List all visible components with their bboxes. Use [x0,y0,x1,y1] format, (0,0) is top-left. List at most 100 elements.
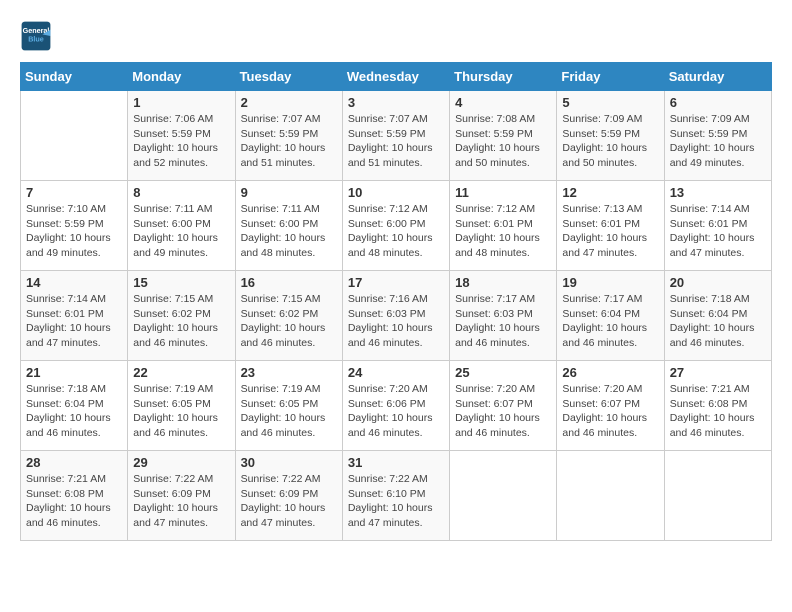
weekday-header-sunday: Sunday [21,63,128,91]
day-info: Sunrise: 7:15 AM Sunset: 6:02 PM Dayligh… [241,292,337,351]
calendar-cell: 14 Sunrise: 7:14 AM Sunset: 6:01 PM Dayli… [21,271,128,361]
calendar-cell [450,451,557,541]
day-info: Sunrise: 7:20 AM Sunset: 6:07 PM Dayligh… [455,382,551,441]
day-number: 15 [133,275,229,290]
calendar-cell: 17 Sunrise: 7:16 AM Sunset: 6:03 PM Dayli… [342,271,449,361]
day-number: 29 [133,455,229,470]
calendar-cell: 24Sunrise: 7:20 AM Sunset: 6:06 PM Dayli… [342,361,449,451]
calendar-cell [664,451,771,541]
weekday-header-friday: Friday [557,63,664,91]
day-info: Sunrise: 7:19 AM Sunset: 6:05 PM Dayligh… [241,382,337,441]
calendar-cell: 21 Sunrise: 7:18 AM Sunset: 6:04 PM Dayli… [21,361,128,451]
day-info: Sunrise: 7:21 AM Sunset: 6:08 PM Dayligh… [26,472,122,531]
day-number: 28 [26,455,122,470]
day-number: 12 [562,185,658,200]
calendar-cell: 7 Sunrise: 7:10 AM Sunset: 5:59 PM Daylig… [21,181,128,271]
day-info: Sunrise: 7:07 AM Sunset: 5:59 PM Dayligh… [241,112,337,171]
day-number: 22 [133,365,229,380]
day-number: 3 [348,95,444,110]
day-number: 25 [455,365,551,380]
day-info: Sunrise: 7:10 AM Sunset: 5:59 PM Dayligh… [26,202,122,261]
day-info: Sunrise: 7:13 AM Sunset: 6:01 PM Dayligh… [562,202,658,261]
day-number: 16 [241,275,337,290]
day-info: Sunrise: 7:17 AM Sunset: 6:03 PM Dayligh… [455,292,551,351]
day-number: 8 [133,185,229,200]
calendar-cell: 29 Sunrise: 7:22 AM Sunset: 6:09 PM Dayli… [128,451,235,541]
calendar-table: SundayMondayTuesdayWednesdayThursdayFrid… [20,62,772,541]
weekday-header-monday: Monday [128,63,235,91]
logo-icon: General Blue [20,20,52,52]
day-number: 21 [26,365,122,380]
day-info: Sunrise: 7:07 AM Sunset: 5:59 PM Dayligh… [348,112,444,171]
calendar-cell: 28 Sunrise: 7:21 AM Sunset: 6:08 PM Dayli… [21,451,128,541]
day-info: Sunrise: 7:22 AM Sunset: 6:09 PM Dayligh… [241,472,337,531]
calendar-cell: 12 Sunrise: 7:13 AM Sunset: 6:01 PM Dayli… [557,181,664,271]
calendar-cell: 22 Sunrise: 7:19 AM Sunset: 6:05 PM Dayli… [128,361,235,451]
day-info: Sunrise: 7:14 AM Sunset: 6:01 PM Dayligh… [26,292,122,351]
day-info: Sunrise: 7:20 AM Sunset: 6:07 PM Dayligh… [562,382,658,441]
day-number: 14 [26,275,122,290]
calendar-cell: 27 Sunrise: 7:21 AM Sunset: 6:08 PM Dayli… [664,361,771,451]
calendar-cell: 3 Sunrise: 7:07 AM Sunset: 5:59 PM Daylig… [342,91,449,181]
calendar-cell: 19 Sunrise: 7:17 AM Sunset: 6:04 PM Dayli… [557,271,664,361]
day-number: 27 [670,365,766,380]
day-info: Sunrise: 7:21 AM Sunset: 6:08 PM Dayligh… [670,382,766,441]
calendar-cell: 9 Sunrise: 7:11 AM Sunset: 6:00 PM Daylig… [235,181,342,271]
calendar-cell: 4Sunrise: 7:08 AM Sunset: 5:59 PM Daylig… [450,91,557,181]
day-number: 6 [670,95,766,110]
day-number: 23 [241,365,337,380]
day-number: 19 [562,275,658,290]
day-number: 30 [241,455,337,470]
day-number: 18 [455,275,551,290]
day-number: 2 [241,95,337,110]
day-info: Sunrise: 7:11 AM Sunset: 6:00 PM Dayligh… [133,202,229,261]
day-info: Sunrise: 7:18 AM Sunset: 6:04 PM Dayligh… [26,382,122,441]
day-info: Sunrise: 7:11 AM Sunset: 6:00 PM Dayligh… [241,202,337,261]
day-info: Sunrise: 7:17 AM Sunset: 6:04 PM Dayligh… [562,292,658,351]
calendar-cell: 15 Sunrise: 7:15 AM Sunset: 6:02 PM Dayli… [128,271,235,361]
day-info: Sunrise: 7:09 AM Sunset: 5:59 PM Dayligh… [562,112,658,171]
day-info: Sunrise: 7:12 AM Sunset: 6:00 PM Dayligh… [348,202,444,261]
calendar-cell: 30 Sunrise: 7:22 AM Sunset: 6:09 PM Dayli… [235,451,342,541]
day-number: 17 [348,275,444,290]
weekday-header-wednesday: Wednesday [342,63,449,91]
calendar-cell: 13Sunrise: 7:14 AM Sunset: 6:01 PM Dayli… [664,181,771,271]
calendar-cell: 10Sunrise: 7:12 AM Sunset: 6:00 PM Dayli… [342,181,449,271]
day-number: 20 [670,275,766,290]
day-info: Sunrise: 7:14 AM Sunset: 6:01 PM Dayligh… [670,202,766,261]
day-info: Sunrise: 7:06 AM Sunset: 5:59 PM Dayligh… [133,112,229,171]
calendar-cell: 31Sunrise: 7:22 AM Sunset: 6:10 PM Dayli… [342,451,449,541]
day-number: 7 [26,185,122,200]
calendar-cell: 23 Sunrise: 7:19 AM Sunset: 6:05 PM Dayli… [235,361,342,451]
day-info: Sunrise: 7:16 AM Sunset: 6:03 PM Dayligh… [348,292,444,351]
calendar-cell: 16 Sunrise: 7:15 AM Sunset: 6:02 PM Dayli… [235,271,342,361]
day-info: Sunrise: 7:18 AM Sunset: 6:04 PM Dayligh… [670,292,766,351]
day-number: 26 [562,365,658,380]
calendar-cell: 18 Sunrise: 7:17 AM Sunset: 6:03 PM Dayli… [450,271,557,361]
day-number: 1 [133,95,229,110]
calendar-cell: 11 Sunrise: 7:12 AM Sunset: 6:01 PM Dayli… [450,181,557,271]
day-info: Sunrise: 7:20 AM Sunset: 6:06 PM Dayligh… [348,382,444,441]
week-row-3: 14 Sunrise: 7:14 AM Sunset: 6:01 PM Dayli… [21,271,772,361]
day-info: Sunrise: 7:15 AM Sunset: 6:02 PM Dayligh… [133,292,229,351]
day-number: 11 [455,185,551,200]
calendar-cell: 20 Sunrise: 7:18 AM Sunset: 6:04 PM Dayli… [664,271,771,361]
weekday-header-thursday: Thursday [450,63,557,91]
calendar-cell: 5Sunrise: 7:09 AM Sunset: 5:59 PM Daylig… [557,91,664,181]
weekday-header-row: SundayMondayTuesdayWednesdayThursdayFrid… [21,63,772,91]
logo: General Blue [20,20,56,52]
day-info: Sunrise: 7:19 AM Sunset: 6:05 PM Dayligh… [133,382,229,441]
weekday-header-tuesday: Tuesday [235,63,342,91]
day-number: 31 [348,455,444,470]
svg-text:Blue: Blue [28,35,44,44]
calendar-cell: 6Sunrise: 7:09 AM Sunset: 5:59 PM Daylig… [664,91,771,181]
day-number: 9 [241,185,337,200]
header: General Blue [20,20,772,52]
calendar-cell: 2 Sunrise: 7:07 AM Sunset: 5:59 PM Daylig… [235,91,342,181]
week-row-1: 1 Sunrise: 7:06 AM Sunset: 5:59 PM Daylig… [21,91,772,181]
calendar-cell: 26 Sunrise: 7:20 AM Sunset: 6:07 PM Dayli… [557,361,664,451]
day-info: Sunrise: 7:08 AM Sunset: 5:59 PM Dayligh… [455,112,551,171]
day-info: Sunrise: 7:12 AM Sunset: 6:01 PM Dayligh… [455,202,551,261]
day-info: Sunrise: 7:22 AM Sunset: 6:09 PM Dayligh… [133,472,229,531]
weekday-header-saturday: Saturday [664,63,771,91]
